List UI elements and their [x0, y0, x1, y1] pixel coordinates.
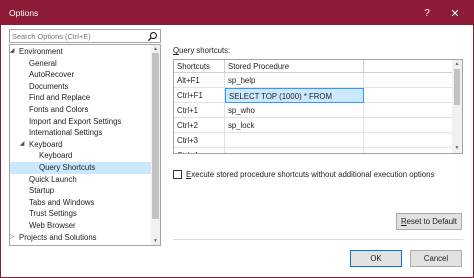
search-box[interactable]	[9, 29, 161, 43]
tree-item-label: Projects and Solutions	[19, 232, 97, 242]
search-input[interactable]	[12, 31, 146, 42]
tree-item-label: Import and Export Settings	[29, 116, 122, 126]
scroll-up-icon[interactable]: ▲	[452, 60, 462, 69]
tree-item-label: Startup	[29, 186, 55, 196]
tree-item-label: Quick Launch	[29, 174, 77, 184]
tree-item[interactable]: Startup	[10, 185, 152, 197]
query-shortcuts-label: Query shortcuts:	[173, 46, 231, 55]
tree-item-label: AutoRecover	[29, 70, 75, 80]
tree-item[interactable]: Find and Replace	[10, 92, 152, 104]
tree-item-label: International Settings	[29, 128, 103, 138]
divider	[173, 239, 463, 240]
tree-item[interactable]: ▷ Projects and Solutions	[10, 232, 152, 244]
scroll-down-icon[interactable]: ▼	[452, 144, 462, 153]
query-shortcuts-grid: Shortcuts Stored Procedure Alt+F1 sp_help…	[173, 59, 463, 154]
tree-item-label: General	[29, 58, 57, 68]
tree-item-label: Find and Replace	[29, 93, 91, 103]
tree-item-label: Keyboard	[29, 139, 63, 149]
tree-item-label: Web Browser	[29, 221, 76, 230]
shortcut-cell: Ctrl+F1	[174, 88, 225, 103]
tree-vertical-scrollbar[interactable]: ▲ ▼	[151, 45, 160, 245]
tree-item[interactable]: Import and Export Settings	[10, 116, 152, 128]
expand-icon[interactable]: ▷	[10, 243, 16, 245]
reset-to-default-button[interactable]: Reset to Default	[396, 213, 462, 230]
execute-option-label[interactable]: Execute stored procedure shortcuts witho…	[186, 169, 434, 180]
shortcut-cell: Ctrl+2	[174, 118, 225, 133]
collapse-icon[interactable]: ◢	[10, 46, 16, 58]
scrollbar-thumb[interactable]	[454, 69, 460, 105]
table-row[interactable]: Ctrl+2 sp_lock	[174, 118, 452, 133]
stored-procedure-cell[interactable]: SELECT TOP (1000) * FROM	[225, 88, 364, 103]
execute-option-checkbox[interactable]	[173, 170, 182, 179]
tree-item-label: Query Shortcuts	[39, 163, 96, 172]
shortcut-cell: Ctrl+1	[174, 103, 225, 118]
tree-item[interactable]: Fonts and Colors	[10, 104, 152, 116]
scroll-down-icon[interactable]: ▼	[151, 237, 160, 245]
tree-item[interactable]: AutoRecover	[10, 69, 152, 81]
scroll-up-icon[interactable]: ▲	[151, 45, 160, 53]
tree-item-label: Environment	[19, 47, 63, 56]
ok-button[interactable]: OK	[350, 250, 402, 267]
table-row[interactable]: Ctrl+1 sp_who	[174, 103, 452, 118]
shortcut-cell: Alt+F1	[174, 73, 225, 88]
tree-item[interactable]: General	[10, 58, 152, 70]
shortcut-cell: Ctrl+3	[174, 133, 225, 148]
tree-item[interactable]: Quick Launch	[10, 174, 152, 186]
tree-item-label: Text Editor	[19, 243, 56, 245]
title-bar: Options ? ✕	[1, 1, 473, 25]
window-title: Options	[9, 8, 39, 18]
table-row[interactable]: Ctrl+F1 SELECT TOP (1000) * FROM	[174, 88, 452, 103]
tree-item[interactable]: Tabs and Windows	[10, 197, 152, 209]
tree-item-label: Trust Settings	[29, 209, 77, 219]
tree-item-label: Fonts and Colors	[29, 105, 89, 114]
options-dialog: Options ? ✕ ▷Text Editor▷Projects and So…	[0, 0, 474, 278]
expand-icon[interactable]: ▷	[10, 232, 16, 244]
tree-item[interactable]: Query Shortcuts	[10, 162, 152, 174]
tree-item-label: Documents	[29, 81, 69, 91]
cancel-button[interactable]: Cancel	[410, 250, 462, 267]
collapse-icon[interactable]: ◢	[18, 139, 26, 151]
table-row[interactable]: Alt+F1 sp_help	[174, 73, 452, 88]
tree-item[interactable]: Web Browser	[10, 220, 152, 232]
scrollbar-thumb[interactable]	[152, 53, 159, 219]
tree-item[interactable]: Trust Settings	[10, 208, 152, 220]
stored-procedure-cell[interactable]: sp_help	[225, 73, 364, 88]
tree-item[interactable]: ◢ Environment	[10, 46, 152, 58]
help-button[interactable]: ?	[415, 1, 439, 25]
table-row[interactable]: Ctrl+4	[174, 148, 452, 153]
search-icon[interactable]	[147, 31, 158, 42]
tree-item[interactable]: Keyboard	[10, 150, 152, 162]
table-row[interactable]: Ctrl+3	[174, 133, 452, 148]
shortcut-cell: Ctrl+4	[174, 148, 225, 153]
column-header-shortcuts[interactable]: Shortcuts	[174, 60, 225, 73]
tree-item[interactable]: ▷Text Editor	[10, 243, 152, 245]
tree-item[interactable]: Documents	[10, 81, 152, 93]
tree-item-label: Tabs and Windows	[29, 197, 95, 207]
grid-vertical-scrollbar[interactable]: ▲ ▼	[452, 60, 462, 153]
grid-header: Shortcuts Stored Procedure	[174, 60, 452, 73]
tree-item-label: Keyboard	[39, 151, 73, 161]
close-button[interactable]: ✕	[443, 1, 467, 25]
stored-procedure-cell[interactable]	[225, 133, 364, 148]
tree-item[interactable]: ◢ Keyboard	[10, 139, 152, 151]
options-tree: ▷Text Editor▷Projects and Solutions Web B…	[9, 44, 161, 246]
stored-procedure-cell[interactable]	[225, 148, 364, 153]
tree-item[interactable]: International Settings	[10, 127, 152, 139]
column-header-stored-procedure[interactable]: Stored Procedure	[225, 60, 364, 73]
stored-procedure-cell[interactable]: sp_who	[225, 103, 364, 118]
stored-procedure-cell[interactable]: sp_lock	[225, 118, 364, 133]
